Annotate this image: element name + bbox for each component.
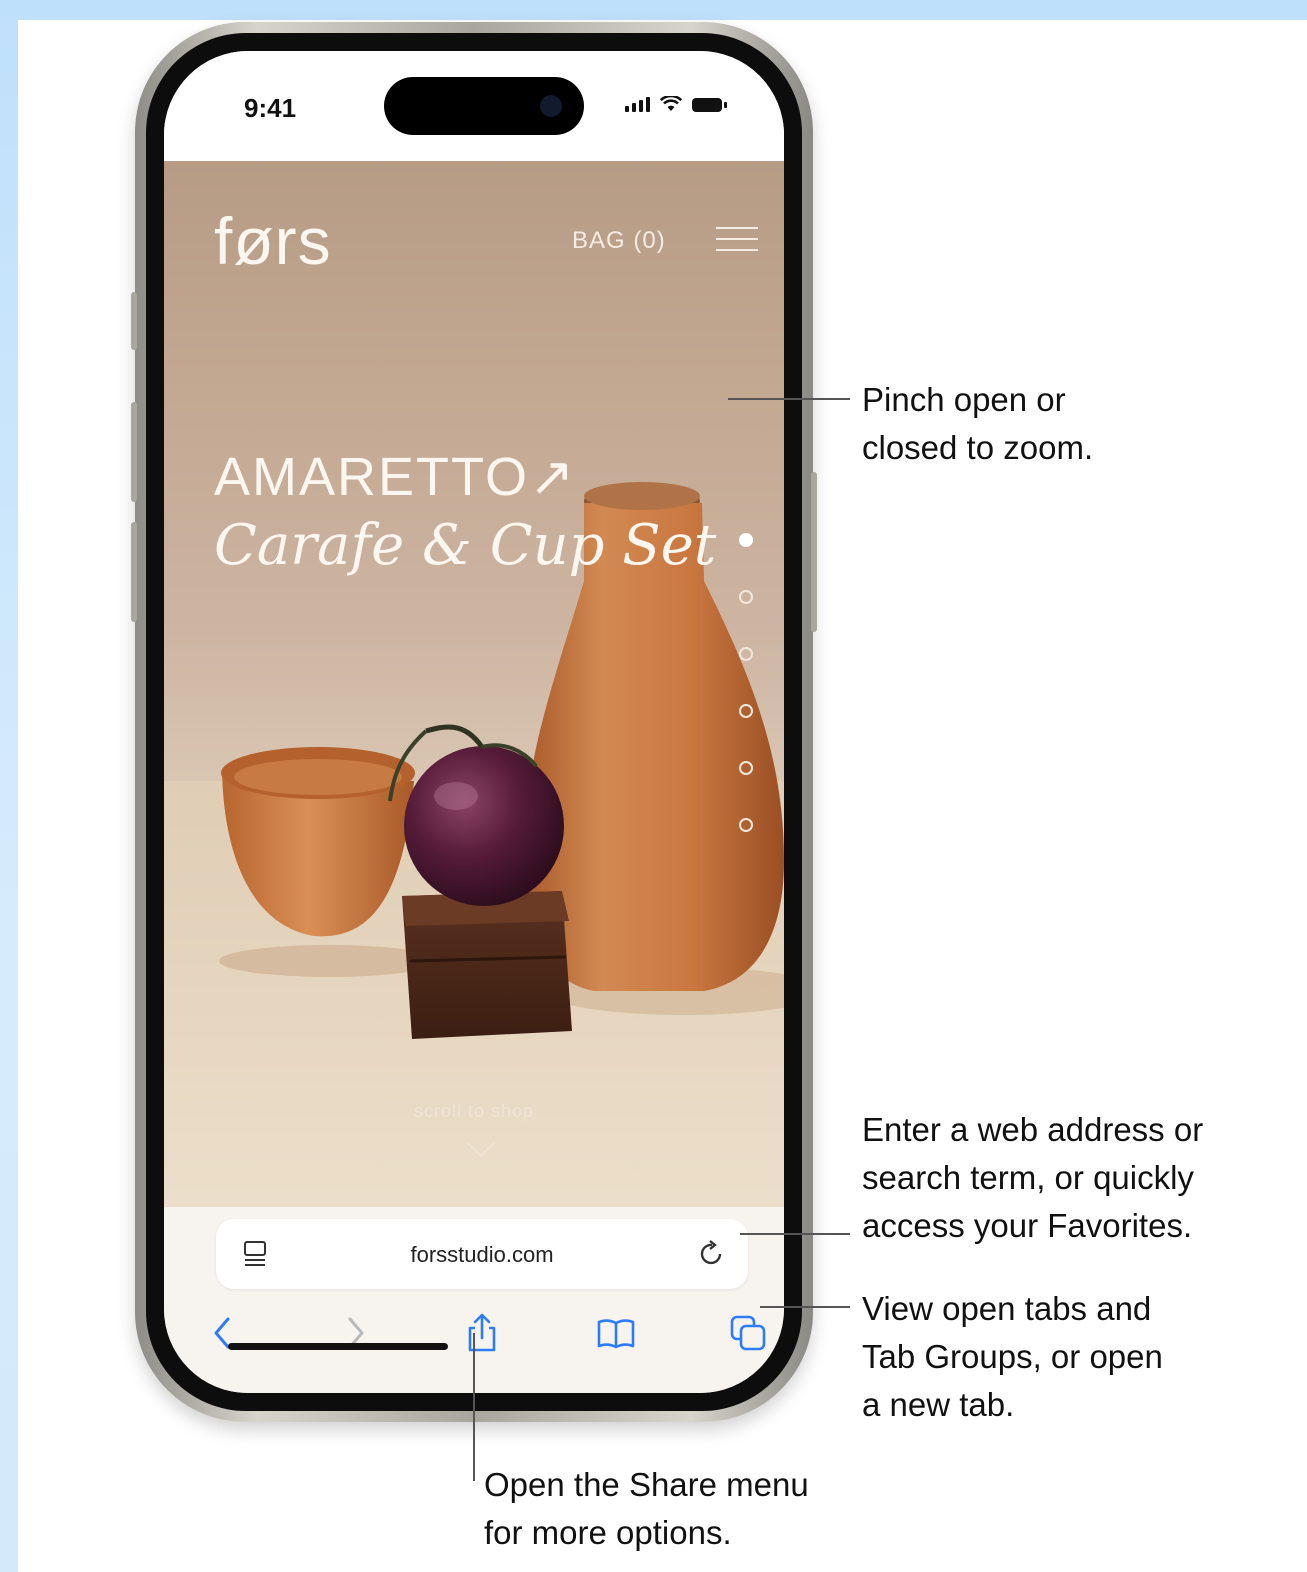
- address-callout-line-3: access your Favorites.: [862, 1207, 1193, 1244]
- zoom-callout-line-1: Pinch open or: [862, 381, 1066, 418]
- volume-up-button: [131, 402, 137, 502]
- status-time: 9:41: [244, 93, 297, 123]
- carousel-dot[interactable]: [739, 818, 753, 832]
- bag-link[interactable]: BAG (0): [572, 227, 666, 255]
- share-callout-line-1: Open the Share menu: [484, 1466, 809, 1503]
- zoom-callout-line-2: closed to zoom.: [862, 429, 1094, 466]
- status-icons: [625, 96, 727, 112]
- zoom-callout: Pinch open or closed to zoom.: [862, 376, 1093, 472]
- tabs-callout: View open tabs and Tab Groups, or open a…: [862, 1285, 1163, 1429]
- carousel-dot[interactable]: [739, 704, 753, 718]
- cellular-signal-icon: [625, 97, 650, 112]
- external-arrow-icon: ↗: [529, 447, 577, 507]
- bookmarks-icon[interactable]: [596, 1313, 636, 1353]
- share-callout-line-2: for more options.: [484, 1514, 732, 1551]
- address-bar[interactable]: forsstudio.com: [216, 1219, 748, 1289]
- tabs-callout-line-2: Tab Groups, or open: [862, 1338, 1163, 1375]
- tabs-icon[interactable]: [728, 1313, 768, 1353]
- zoom-callout-line: [728, 398, 850, 400]
- hero-title-text: AMARETTO: [214, 447, 530, 507]
- tabs-callout-line-3: a new tab.: [862, 1386, 1015, 1423]
- hero-title[interactable]: AMARETTO↗: [214, 445, 576, 508]
- tabs-callout-line-1: View open tabs and: [862, 1290, 1152, 1327]
- home-indicator[interactable]: [228, 1343, 448, 1350]
- wifi-icon: [660, 96, 682, 111]
- scroll-to-shop-label[interactable]: scroll to shop: [164, 1101, 784, 1122]
- chevron-down-icon[interactable]: [466, 1141, 496, 1159]
- product-photo: [219, 482, 784, 1039]
- share-callout-line: [473, 1333, 475, 1481]
- share-icon[interactable]: [462, 1313, 502, 1353]
- carousel-dot[interactable]: [739, 761, 753, 775]
- carousel-dot[interactable]: [739, 647, 753, 661]
- dynamic-island: [384, 77, 584, 135]
- address-callout-line-1: Enter a web address or: [862, 1111, 1204, 1148]
- carousel-dot[interactable]: [739, 590, 753, 604]
- share-callout: Open the Share menu for more options.: [484, 1461, 809, 1557]
- hamburger-menu-icon[interactable]: [716, 227, 758, 251]
- address-callout-line: [740, 1233, 850, 1235]
- phone-bezel: 9:41 førs BAG (0) AMARETTO↗ Carafe & Cup…: [146, 33, 802, 1411]
- site-logo[interactable]: førs: [214, 203, 332, 279]
- battery-icon: [692, 98, 727, 112]
- webpage-viewport[interactable]: førs BAG (0) AMARETTO↗ Carafe & Cup Set: [164, 161, 784, 1207]
- address-callout: Enter a web address or search term, or q…: [862, 1106, 1203, 1250]
- phone-screen: 9:41 førs BAG (0) AMARETTO↗ Carafe & Cup…: [164, 51, 784, 1393]
- volume-down-button: [131, 522, 137, 622]
- carousel-dot[interactable]: [739, 533, 753, 547]
- reload-icon[interactable]: [698, 1239, 726, 1269]
- side-button: [811, 472, 817, 632]
- tabs-callout-line: [760, 1306, 850, 1308]
- hero-subtitle: Carafe & Cup Set: [214, 513, 717, 578]
- front-camera: [540, 95, 562, 117]
- iphone-device: 9:41 førs BAG (0) AMARETTO↗ Carafe & Cup…: [131, 22, 817, 1422]
- address-callout-line-2: search term, or quickly: [862, 1159, 1194, 1196]
- status-bar: 9:41: [164, 51, 784, 161]
- action-button: [131, 292, 137, 350]
- address-text: forsstudio.com: [410, 1242, 554, 1267]
